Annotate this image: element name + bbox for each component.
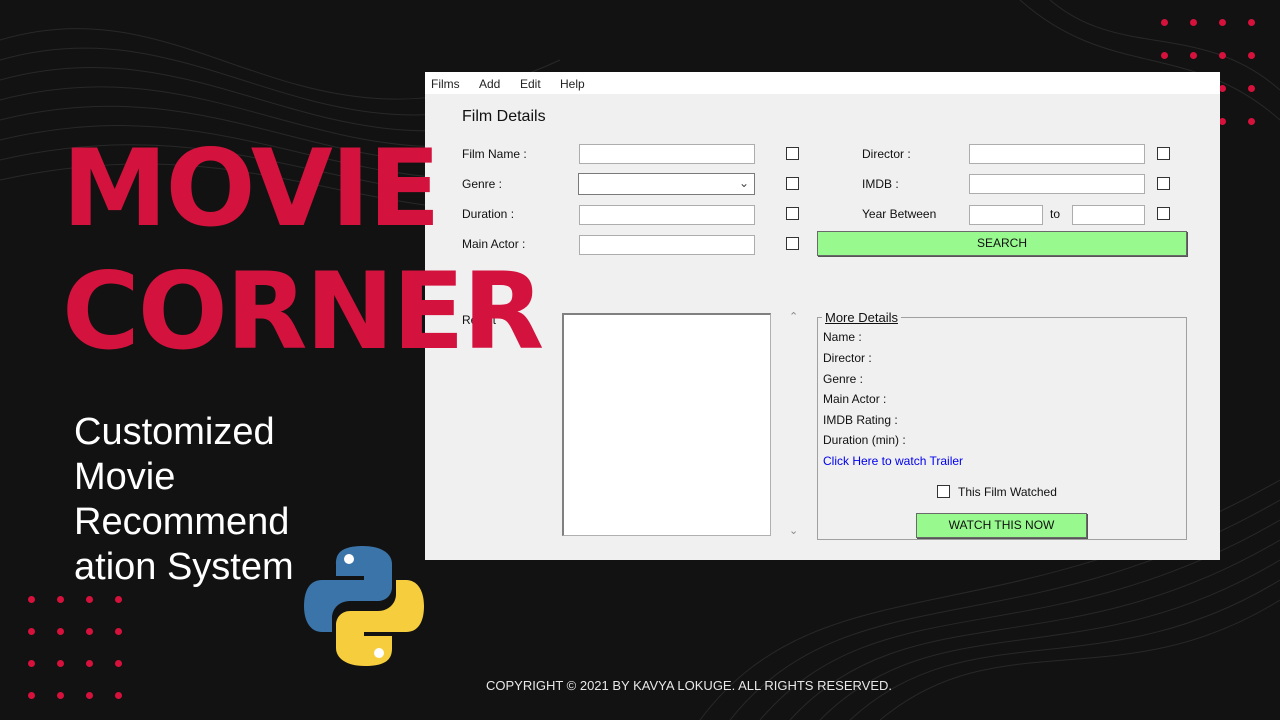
results-list[interactable] (562, 313, 771, 536)
main-actor-label: Main Actor : (462, 237, 526, 251)
detail-genre-label: Genre : (823, 372, 864, 386)
detail-director-label: Director : (823, 351, 872, 365)
main-actor-checkbox[interactable] (786, 237, 799, 250)
director-input[interactable] (969, 144, 1145, 164)
trailer-link[interactable]: Click Here to watch Trailer (823, 454, 963, 468)
detail-main-actor-label: Main Actor : (823, 392, 887, 406)
decorative-dots-bottom-left (28, 596, 122, 699)
subtitle-line-3: Recommend (74, 501, 290, 543)
imdb-input[interactable] (969, 174, 1145, 194)
python-logo-icon (304, 546, 424, 666)
hero-title-line-2: CORNER (62, 250, 544, 373)
subtitle-line-1: Customized (74, 411, 275, 453)
menu-bar: Films Add Edit Help (425, 72, 1220, 94)
subtitle-line-4: ation System (74, 546, 294, 588)
scroll-up-icon[interactable]: ⌃ (789, 310, 798, 323)
chevron-down-icon: ⌄ (738, 176, 749, 190)
detail-imdb-rating-label: IMDB Rating : (823, 413, 898, 427)
watch-now-button[interactable]: WATCH THIS NOW (916, 513, 1087, 538)
duration-label: Duration : (462, 207, 515, 221)
imdb-checkbox[interactable] (1157, 177, 1170, 190)
director-label: Director : (862, 147, 911, 161)
main-actor-input[interactable] (579, 235, 755, 255)
director-checkbox[interactable] (1157, 147, 1170, 160)
genre-select[interactable]: ⌄ (578, 173, 755, 195)
year-to-input[interactable] (1072, 205, 1145, 225)
duration-checkbox[interactable] (786, 207, 799, 220)
hero-title-line-1: MOVIE (62, 127, 441, 250)
year-checkbox[interactable] (1157, 207, 1170, 220)
film-watched-checkbox[interactable] (937, 485, 950, 498)
film-watched-label: This Film Watched (958, 485, 1057, 499)
menu-films[interactable]: Films (431, 77, 460, 91)
year-between-label: Year Between (862, 207, 937, 221)
year-from-input[interactable] (969, 205, 1043, 225)
duration-input[interactable] (579, 205, 755, 225)
genre-checkbox[interactable] (786, 177, 799, 190)
film-name-checkbox[interactable] (786, 147, 799, 160)
menu-add[interactable]: Add (479, 77, 500, 91)
more-details-title: More Details (822, 310, 901, 325)
film-name-label: Film Name : (462, 147, 527, 161)
search-button[interactable]: SEARCH (817, 231, 1187, 256)
film-name-input[interactable] (579, 144, 755, 164)
imdb-label: IMDB : (862, 177, 899, 191)
subtitle-line-2: Movie (74, 456, 176, 498)
film-details-title: Film Details (462, 108, 546, 125)
genre-label: Genre : (462, 177, 503, 191)
more-details-group (817, 317, 1187, 540)
menu-help[interactable]: Help (560, 77, 585, 91)
year-to-label: to (1050, 207, 1061, 221)
detail-duration-label: Duration (min) : (823, 433, 906, 447)
scroll-down-icon[interactable]: ⌄ (789, 524, 798, 537)
copyright-text: COPYRIGHT © 2021 BY KAVYA LOKUGE. ALL RI… (486, 678, 892, 693)
detail-name-label: Name : (823, 330, 862, 344)
menu-edit[interactable]: Edit (520, 77, 541, 91)
app-window: Films Add Edit Help Film Details Film Na… (425, 72, 1220, 560)
